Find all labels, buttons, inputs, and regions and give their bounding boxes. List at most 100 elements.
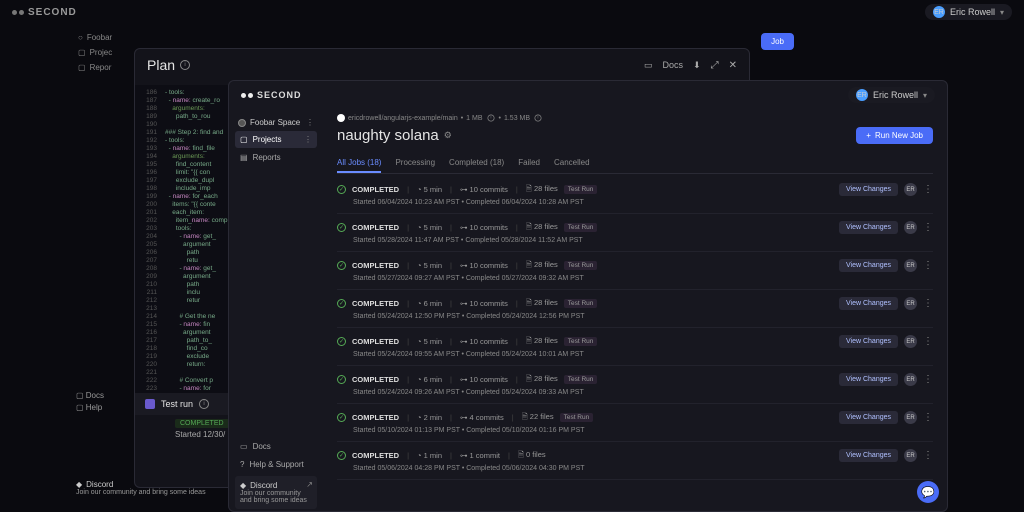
tab-completed[interactable]: Completed (18) <box>449 154 504 173</box>
app-user-menu[interactable]: ER Eric Rowell ▾ <box>848 87 935 103</box>
info-icon[interactable]: i <box>535 115 542 122</box>
status-badge: COMPLETED <box>352 261 399 270</box>
view-changes-button[interactable]: View Changes <box>839 335 898 348</box>
files: 🗎 28 files <box>526 221 558 234</box>
job-list[interactable]: ✓COMPLETED|◔ 5 min|⊶ 10 commits|🗎 28 fil… <box>337 176 933 486</box>
docs-icon: ▭ <box>240 442 248 451</box>
status-badge: COMPLETED <box>175 419 229 428</box>
nav-reports[interactable]: ▤ Reports <box>235 149 317 166</box>
commits: ⊶ 10 commits <box>460 261 508 270</box>
view-changes-button[interactable]: View Changes <box>839 297 898 310</box>
chevron-down-icon: ▾ <box>923 91 927 100</box>
view-changes-button[interactable]: View Changes <box>839 411 898 424</box>
job-row[interactable]: ✓COMPLETED|◔ 5 min|⊶ 10 commits|🗎 28 fil… <box>337 214 933 252</box>
more-icon[interactable]: ⋮ <box>923 184 933 195</box>
bg-run-job-button: Job <box>761 33 794 50</box>
space-dot-icon <box>238 119 246 127</box>
job-timestamps: Started 05/27/2024 09:27 AM PST • Comple… <box>337 275 933 282</box>
job-row[interactable]: ✓COMPLETED|◔ 5 min|⊶ 10 commits|🗎 28 fil… <box>337 328 933 366</box>
job-timestamps: Started 05/24/2024 09:55 AM PST • Comple… <box>337 351 933 358</box>
tab-all-jobs[interactable]: All Jobs (18) <box>337 154 381 173</box>
bg-sidebar-item: ▢ Repor <box>72 60 132 75</box>
view-changes-button[interactable]: View Changes <box>839 373 898 386</box>
job-timestamps: Started 06/04/2024 10:23 AM PST • Comple… <box>337 199 933 206</box>
duration: ◔ 1 min <box>417 451 442 460</box>
close-icon[interactable]: ✕ <box>729 60 737 71</box>
project-header: naughty solana ⚙ + Run New Job <box>337 127 933 144</box>
more-icon[interactable]: ⋮ <box>923 412 933 423</box>
user-menu[interactable]: ER Eric Rowell ▾ <box>925 4 1012 20</box>
plan-title: Plan i <box>147 57 190 73</box>
commits: ⊶ 10 commits <box>460 337 508 346</box>
more-icon[interactable]: ⋮ <box>923 374 933 385</box>
tab-cancelled[interactable]: Cancelled <box>554 154 590 173</box>
nav-projects[interactable]: ▢ Projects ⋮ <box>235 131 317 148</box>
more-icon[interactable]: ⋮ <box>923 298 933 309</box>
outer-topbar: SECOND ER Eric Rowell ▾ <box>0 0 1024 24</box>
commits: ⊶ 10 commits <box>460 185 508 194</box>
status-badge: COMPLETED <box>352 451 399 460</box>
job-row[interactable]: ✓COMPLETED|◔ 5 min|⊶ 10 commits|🗎 28 fil… <box>337 252 933 290</box>
duration: ◔ 5 min <box>417 185 442 194</box>
nav-docs[interactable]: ▭Docs <box>235 438 317 455</box>
app-topbar: SECOND ER Eric Rowell ▾ <box>229 81 947 109</box>
test-run-tag: Test Run <box>564 337 598 346</box>
external-link-icon: ↗ <box>306 480 313 489</box>
space-selector[interactable]: Foobar Space ⋮ <box>235 115 317 130</box>
view-changes-button[interactable]: View Changes <box>839 259 898 272</box>
run-new-job-button[interactable]: + Run New Job <box>856 127 933 144</box>
tab-failed[interactable]: Failed <box>518 154 540 173</box>
job-row[interactable]: ✓COMPLETED|◔ 53 sec|⊶ 1 commit|🗎 0 files… <box>337 480 933 486</box>
view-changes-button[interactable]: View Changes <box>839 449 898 462</box>
more-icon[interactable]: ⋮ <box>923 260 933 271</box>
test-run-tag: Test Run <box>564 185 598 194</box>
status-badge: COMPLETED <box>352 413 399 422</box>
tab-processing[interactable]: Processing <box>395 154 435 173</box>
gear-icon[interactable]: ⚙ <box>444 130 452 141</box>
more-icon[interactable]: ⋮ <box>923 450 933 461</box>
plus-icon: + <box>866 131 871 140</box>
view-changes-button[interactable]: View Changes <box>839 183 898 196</box>
sidebar: Foobar Space ⋮ ▢ Projects ⋮ ▤ Reports ▭D… <box>229 109 323 512</box>
files: 🗎 28 files <box>526 373 558 386</box>
info-icon[interactable]: i <box>487 115 494 122</box>
view-changes-button[interactable]: View Changes <box>839 221 898 234</box>
job-timestamps: Started 05/10/2024 01:13 PM PST • Comple… <box>337 427 933 434</box>
job-row[interactable]: ✓COMPLETED|◔ 6 min|⊶ 10 commits|🗎 28 fil… <box>337 366 933 404</box>
check-icon: ✓ <box>337 337 346 346</box>
job-row[interactable]: ✓COMPLETED|◔ 5 min|⊶ 10 commits|🗎 28 fil… <box>337 176 933 214</box>
bg-sidebar-item: ○ Foobar <box>72 30 132 45</box>
chat-bubble-button[interactable]: 💬 <box>917 481 939 503</box>
duration: ◔ 5 min <box>417 261 442 270</box>
status-badge: COMPLETED <box>352 375 399 384</box>
breadcrumb: ericdrowell/angularjs-example/main •1 MB… <box>337 113 933 123</box>
avatar: ER <box>904 297 917 310</box>
job-row[interactable]: ✓COMPLETED|◔ 2 min|⊶ 4 commits|🗎 22 file… <box>337 404 933 442</box>
content-area: ericdrowell/angularjs-example/main •1 MB… <box>323 109 947 512</box>
user-name: Eric Rowell <box>873 90 918 100</box>
docs-link[interactable]: Docs <box>663 60 684 70</box>
avatar: ER <box>904 373 917 386</box>
more-icon[interactable]: ⋮ <box>923 222 933 233</box>
job-row[interactable]: ✓COMPLETED|◔ 1 min|⊶ 1 commit|🗎 0 filesV… <box>337 442 933 480</box>
reports-icon: ▤ <box>240 153 248 162</box>
info-icon[interactable]: i <box>180 60 190 70</box>
avatar: ER <box>904 183 917 196</box>
more-icon[interactable]: ⋮ <box>923 336 933 347</box>
commits: ⊶ 10 commits <box>460 375 508 384</box>
bg-sidebar-item: ▢ Projec <box>72 45 132 60</box>
more-icon[interactable]: ⋮ <box>306 118 314 127</box>
avatar: ER <box>856 89 868 101</box>
files: 🗎 28 files <box>526 335 558 348</box>
expand-icon[interactable]: ⤢ <box>711 60 719 71</box>
info-icon[interactable]: i <box>199 399 209 409</box>
discord-card[interactable]: ↗ ◆Discord Join our community and bring … <box>235 476 317 509</box>
test-run-label: Test run <box>161 399 193 409</box>
more-icon[interactable]: ⋮ <box>304 135 312 144</box>
status-badge: COMPLETED <box>352 185 399 194</box>
job-row[interactable]: ✓COMPLETED|◔ 6 min|⊶ 10 commits|🗎 28 fil… <box>337 290 933 328</box>
nav-help[interactable]: ?Help & Support <box>235 456 317 473</box>
status-badge: COMPLETED <box>352 223 399 232</box>
duration: ◔ 2 min <box>417 413 442 422</box>
download-icon[interactable]: ⬇ <box>693 60 701 71</box>
